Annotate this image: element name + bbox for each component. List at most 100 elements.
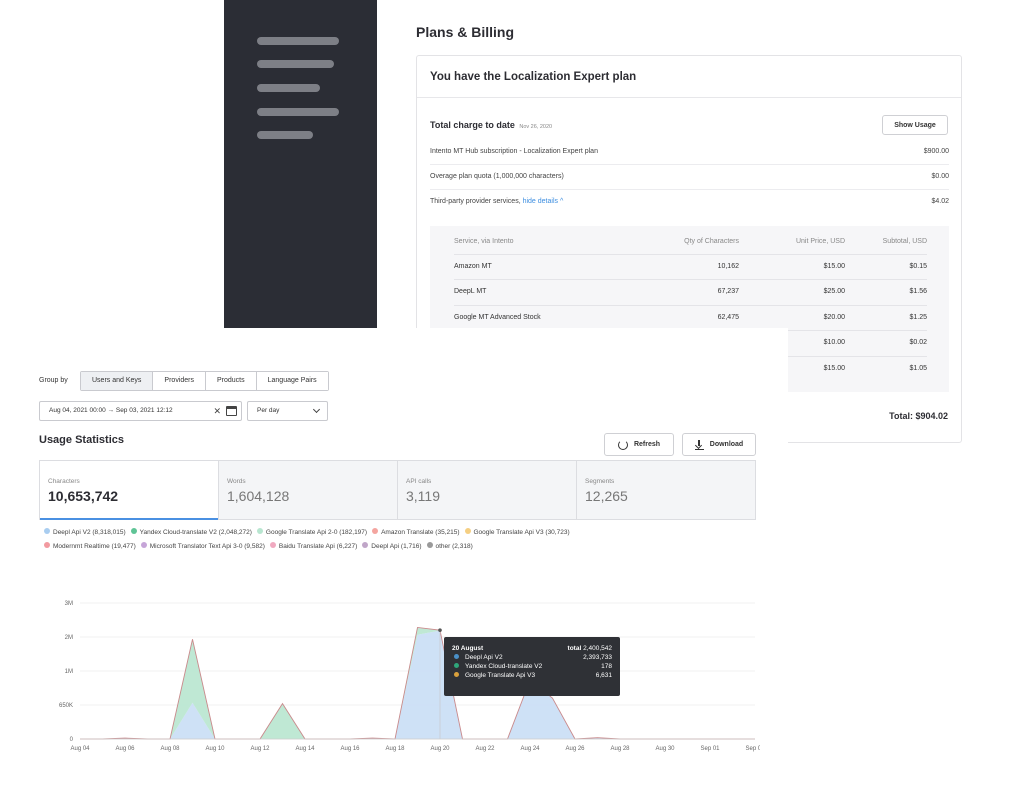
legend-item[interactable]: Google Translate Api 2-0 (182,197) [256, 528, 367, 536]
y-tick-label: 650K [59, 703, 73, 709]
legend-dot-icon [44, 542, 50, 548]
divider [454, 279, 927, 280]
x-tick-label: Aug 04 [70, 746, 90, 752]
charge-line-amount: $900.00 [923, 148, 949, 155]
x-tick-label: Aug 26 [565, 746, 585, 752]
stat-value: 10,653,742 [48, 488, 119, 504]
legend-item[interactable]: Deepl Api V2 (8,318,015) [44, 528, 126, 536]
stat-segments[interactable]: Segments 12,265 [577, 461, 755, 519]
x-tick-label: Aug 08 [160, 746, 180, 752]
charge-line: Intento MT Hub subscription - Localizati… [430, 148, 949, 155]
cell: $15.00 [823, 365, 845, 372]
cell: $0.15 [909, 263, 927, 270]
legend-item[interactable]: Amazon Translate (35,215) [372, 528, 460, 536]
services-header-row: Service, via Intento Qty of Characters U… [454, 238, 927, 263]
tooltip-row-label: Google Translate Api V3 [465, 672, 536, 679]
tab-providers[interactable]: Providers [153, 372, 206, 390]
legend-dot-icon [256, 528, 263, 534]
total-charge: Total charge to date Nov 26, 2020 [430, 120, 552, 130]
hide-details-link[interactable]: hide details ^ [523, 198, 564, 205]
tooltip-total-label: total [567, 645, 582, 652]
tooltip-date: 20 August [452, 645, 484, 652]
refresh-button[interactable]: Refresh [604, 433, 674, 456]
legend-item[interactable]: other (2,318) [426, 542, 473, 550]
charge-line-label: Intento MT Hub subscription - Localizati… [430, 148, 598, 155]
legend-dot-icon [362, 542, 369, 548]
legend-dot-icon [269, 542, 276, 548]
x-tick-label: Aug 22 [475, 746, 495, 752]
tab-language-pairs[interactable]: Language Pairs [256, 372, 328, 390]
stat-words[interactable]: Words 1,604,128 [219, 461, 398, 519]
cell: $1.25 [909, 314, 927, 321]
legend-item[interactable]: Yandex Cloud-translate V2 (2,048,272) [130, 528, 252, 536]
refresh-label: Refresh [633, 441, 661, 448]
usage-chart[interactable]: 0 650K 1M 2M 3M Aug 04 Aug 06 Aug 08 Aug 10 Aug 1… [40, 595, 760, 755]
usage-title: Usage Statistics [39, 434, 124, 446]
legend-item[interactable]: Modernmt Realtime (19,477) [44, 542, 136, 550]
y-tick-label: 0 [70, 737, 74, 743]
x-tick-label: Aug 24 [520, 746, 540, 752]
cell: $15.00 [823, 263, 845, 270]
cell: 62,475 [717, 314, 739, 321]
download-button[interactable]: Download [682, 433, 756, 456]
legend-label: Deepl Api V2 (8,318,015) [53, 528, 126, 536]
chart-legend: Deepl Api V2 (8,318,015) Yandex Cloud-tra… [44, 528, 575, 536]
x-tick-label: Aug 28 [610, 746, 630, 752]
calendar-icon[interactable] [226, 406, 237, 416]
legend-item[interactable]: Google Translate Api V3 (30,723) [464, 528, 570, 536]
chevron-down-icon [312, 405, 321, 414]
legend-dot-icon [464, 528, 471, 534]
total-charge-date: Nov 26, 2020 [519, 124, 553, 130]
date-range-value: Aug 04, 2021 00:00 → Sep 03, 2021 12:12 [49, 407, 173, 414]
legend-item[interactable]: Baidu Translate Api (6,227) [269, 542, 358, 550]
menu-line-4 [257, 108, 339, 116]
legend-label: Baidu Translate Api (6,227) [278, 542, 358, 550]
x-tick-label: Aug 20 [430, 746, 450, 752]
charge-line: Overage plan quota (1,000,000 characters… [430, 173, 949, 180]
cell: 67,237 [717, 288, 739, 295]
clear-icon[interactable]: ✕ [213, 402, 221, 420]
cell: $1.56 [909, 288, 927, 295]
tab-users-and-keys[interactable]: Users and Keys [81, 372, 154, 390]
charge-line-amount: $4.02 [931, 198, 949, 205]
cell: $25.00 [823, 288, 845, 295]
chart-tooltip: 20 August total 2,400,542 Deepl Api V2 2… [444, 637, 620, 696]
column-header: Qty of Characters [684, 238, 739, 245]
tooltip-row-value: 178 [601, 663, 612, 670]
download-label: Download [709, 441, 744, 448]
x-tick-label: Aug 14 [295, 746, 315, 752]
divider [454, 254, 927, 255]
x-tick-label: Sep 03 [745, 746, 760, 752]
y-tick-label: 2M [65, 635, 73, 641]
tooltip-row-value: 6,631 [595, 672, 612, 679]
charge-line: Third-party provider services, hide deta… [430, 198, 949, 205]
cell: Google MT Advanced Stock [454, 314, 541, 321]
show-usage-button[interactable]: Show Usage [882, 115, 948, 135]
stat-api-calls[interactable]: API calls 3,119 [398, 461, 577, 519]
tooltip-row: Yandex Cloud-translate V2 178 [452, 663, 612, 672]
tooltip-row-label: Yandex Cloud-translate V2 [465, 663, 543, 670]
granularity-select[interactable]: Per day [247, 401, 328, 421]
divider [454, 305, 927, 306]
legend-dot-icon [426, 542, 433, 548]
tooltip-row-label: Deepl Api V2 [465, 654, 503, 661]
cell: $20.00 [823, 314, 845, 321]
table-row: DeepL MT 67,237 $25.00 $1.56 [454, 288, 927, 313]
total-amount: Total: $904.02 [889, 411, 948, 421]
table-row: Amazon MT 10,162 $15.00 $0.15 [454, 263, 927, 288]
tab-products[interactable]: Products [206, 372, 257, 390]
chart-legend: Modernmt Realtime (19,477) Microsoft Tran… [44, 542, 478, 550]
column-header: Subtotal, USD [882, 238, 927, 245]
divider [430, 164, 949, 165]
stat-characters[interactable]: Characters 10,653,742 [40, 461, 219, 520]
stat-value: 12,265 [585, 488, 628, 504]
date-range-input[interactable]: Aug 04, 2021 00:00 → Sep 03, 2021 12:12 … [39, 401, 242, 421]
legend-item[interactable]: Microsoft Translator Text Api 3-0 (9,582… [140, 542, 265, 550]
x-tick-label: Aug 10 [205, 746, 225, 752]
legend-label: Microsoft Translator Text Api 3-0 (9,582… [149, 542, 265, 550]
legend-item[interactable]: Deepl Api (1,716) [362, 542, 422, 550]
stat-label: Segments [585, 478, 615, 485]
stat-label: API calls [406, 478, 432, 485]
tooltip-row: Deepl Api V2 2,393,733 [452, 654, 612, 663]
granularity-value: Per day [257, 407, 280, 414]
